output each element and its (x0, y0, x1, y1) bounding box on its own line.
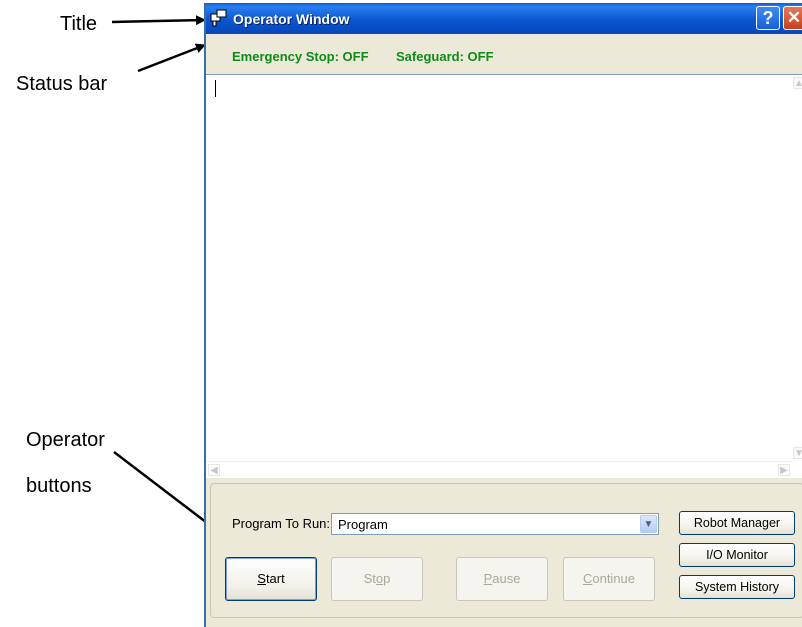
program-select-value: Program (338, 517, 388, 532)
io-monitor-button[interactable]: I/O Monitor (679, 543, 795, 567)
start-label-rest: tart (265, 571, 285, 586)
robot-manager-button[interactable]: Robot Manager (679, 511, 795, 535)
safeguard-status: Safeguard: OFF (396, 49, 494, 64)
close-button[interactable]: ✕ (783, 6, 802, 30)
status-bar: Emergency Stop: OFF Safeguard: OFF (206, 34, 802, 74)
scroll-left-icon[interactable]: ◀ (208, 464, 220, 476)
continue-label-rest: ontinue (592, 571, 636, 586)
help-button[interactable]: ? (756, 6, 780, 30)
stop-label-rest: p (383, 571, 391, 586)
vertical-scrollbar[interactable]: ▲ ▼ (792, 75, 802, 461)
horizontal-scrollbar[interactable]: ◀ ▶ (206, 461, 792, 478)
continue-accel: C (582, 571, 593, 586)
pause-accel: P (483, 571, 493, 586)
pause-label-rest: ause (492, 571, 521, 586)
close-icon: ✕ (786, 8, 802, 27)
output-text-area[interactable]: ▲ ▼ ◀ ▶ (206, 74, 802, 478)
stop-label-pre: St (363, 571, 376, 586)
window-title: Operator Window (233, 11, 350, 27)
start-button[interactable]: Start (225, 557, 317, 601)
system-history-button[interactable]: System History (679, 575, 795, 599)
continue-button[interactable]: Continue (563, 557, 655, 601)
scroll-up-icon[interactable]: ▲ (793, 77, 802, 89)
program-select[interactable]: Program ▼ (331, 513, 659, 535)
title-bar[interactable]: Operator Window ? ✕ (206, 3, 802, 34)
text-caret (215, 80, 216, 97)
help-icon: ? (762, 8, 774, 28)
arrow-to-title (111, 15, 206, 26)
operator-window-icon (210, 8, 230, 33)
start-accel: S (257, 571, 266, 586)
pause-button[interactable]: Pause (456, 557, 548, 601)
chevron-down-icon[interactable]: ▼ (640, 515, 657, 533)
scroll-right-icon[interactable]: ▶ (778, 464, 790, 476)
operator-window: Operator Window ? ✕ Emergency Stop: OFF … (204, 3, 802, 627)
emergency-stop-status: Emergency Stop: OFF (232, 49, 369, 64)
arrow-to-status-bar (137, 43, 206, 73)
stop-button[interactable]: Stop (331, 557, 423, 601)
program-to-run-label: Program To Run: (232, 516, 331, 531)
scroll-down-icon[interactable]: ▼ (793, 447, 802, 459)
